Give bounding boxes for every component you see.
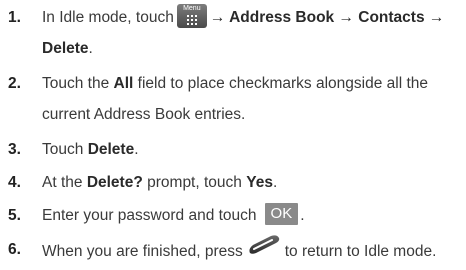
step-line: Delete. xyxy=(42,33,458,64)
step-number: 1. xyxy=(8,9,21,26)
menu-path: → Address Book → Contacts → xyxy=(209,9,445,26)
step-text: When you are finished, press to return to… xyxy=(42,234,458,270)
step-text-segment: . xyxy=(300,207,305,224)
step-line: Touch the All field to place checkmarks … xyxy=(42,68,458,99)
step-line: Touch Delete. xyxy=(42,134,458,165)
step-text: Touch the All field to place checkmarks … xyxy=(42,68,458,130)
step-line: At the Delete? prompt, touch Yes. xyxy=(42,167,458,198)
step-line: Enter your password and touch OK. xyxy=(42,200,458,231)
step-line: When you are finished, press to return to… xyxy=(42,234,458,270)
instruction-steps: 1. In Idle mode, touch Menu → Address Book… xyxy=(0,0,466,270)
step-text-segment: In Idle mode, touch xyxy=(42,9,174,26)
step-number: 4. xyxy=(8,174,21,191)
step-text: In Idle mode, touch Menu → Address Book → … xyxy=(42,2,458,64)
step-bold-term: Delete xyxy=(42,40,89,57)
step-text-segment: to return to Idle mode. xyxy=(284,243,437,261)
step-text-segment: Touch xyxy=(42,141,84,158)
step-number: 6. xyxy=(8,241,21,258)
grid-icon xyxy=(186,15,197,26)
end-key-icon xyxy=(247,234,281,267)
step-number: 3. xyxy=(8,141,21,158)
step-text-segment: prompt, touch xyxy=(147,174,242,191)
step-text-segment: . xyxy=(134,141,139,158)
step-text-segment: When you are finished, press xyxy=(42,243,243,261)
step-line: current Address Book entries. xyxy=(42,106,246,123)
step-text-segment: . xyxy=(272,174,278,191)
step-text-segment: Touch the xyxy=(42,75,110,92)
step-number: 5. xyxy=(8,207,21,224)
step-text-segment: At the xyxy=(42,174,83,191)
ok-button: OK xyxy=(264,203,299,226)
step-text: Enter your password and touch OK. xyxy=(42,200,458,231)
step-number: 2. xyxy=(8,75,21,92)
menu-key-icon: Menu xyxy=(176,4,207,29)
step-bold-term: All xyxy=(113,75,134,92)
step-text-segment: field to place checkmarks alongside all … xyxy=(137,75,429,92)
step-bold-term: Delete? xyxy=(86,174,143,191)
step-bold-term: Yes xyxy=(246,174,273,191)
step-text: At the Delete? prompt, touch Yes. xyxy=(42,167,458,198)
step-bold-term: Delete xyxy=(87,141,135,158)
step-line: In Idle mode, touch Menu → Address Book → … xyxy=(42,2,458,33)
step-text-segment: Enter your password and touch xyxy=(42,207,257,224)
step-text: Touch Delete. xyxy=(42,134,458,165)
menu-key-label: Menu xyxy=(183,5,201,13)
step-text-segment: . xyxy=(88,40,93,57)
